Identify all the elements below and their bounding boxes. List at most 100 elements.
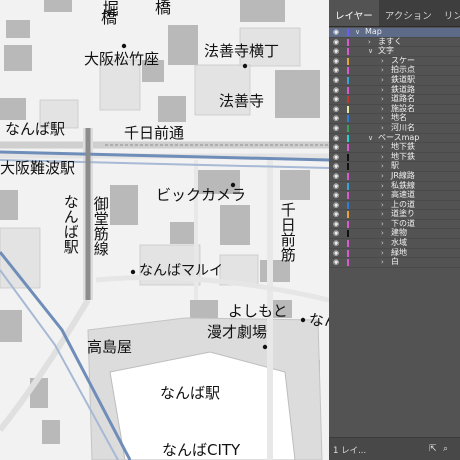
building xyxy=(110,185,138,225)
eye-icon[interactable]: ◉ xyxy=(333,201,339,210)
layer-name: 文字 xyxy=(378,46,394,56)
twirl-icon[interactable]: › xyxy=(381,258,384,267)
layer-color-swatch xyxy=(347,38,349,46)
layer-name: JR線路 xyxy=(391,170,415,180)
eye-icon[interactable]: ◉ xyxy=(333,143,339,152)
twirl-icon[interactable]: › xyxy=(381,153,384,162)
tab-links[interactable]: リンク xyxy=(438,0,460,26)
export-icon[interactable]: ⇱ xyxy=(429,444,437,454)
twirl-icon[interactable]: › xyxy=(381,66,384,75)
twirl-icon[interactable]: ∨ xyxy=(368,47,373,56)
layer-color-swatch xyxy=(347,76,349,84)
twirl-icon[interactable]: › xyxy=(381,124,384,133)
tab-actions[interactable]: アクション xyxy=(379,0,438,26)
label-osaka-shochikuza: 大阪松竹座 xyxy=(84,50,160,68)
eye-icon[interactable]: ◉ xyxy=(333,38,339,47)
building xyxy=(6,20,30,38)
layer-count: 1 レイ... xyxy=(333,446,367,456)
eye-icon[interactable]: ◉ xyxy=(333,114,339,123)
twirl-icon[interactable]: › xyxy=(381,86,384,95)
eye-icon[interactable]: ◉ xyxy=(333,134,339,143)
building xyxy=(275,70,320,118)
layer-color-swatch xyxy=(347,86,349,94)
eye-icon[interactable]: ◉ xyxy=(333,229,339,238)
eye-icon[interactable]: ◉ xyxy=(333,28,339,37)
twirl-icon[interactable]: › xyxy=(381,210,384,219)
layer-name: ベースmap xyxy=(378,132,420,142)
poi-dot xyxy=(130,269,136,275)
label-manzai-gekijo: 漫才劇場 xyxy=(207,323,268,341)
layer-name: Map xyxy=(365,27,382,36)
layer-name: 地名 xyxy=(391,113,407,123)
label-namba-station-center: なんば駅 xyxy=(160,384,221,402)
locate-icon[interactable]: ⌕ xyxy=(443,444,448,454)
label-namba-city: なんばCITY xyxy=(162,441,241,459)
twirl-icon[interactable]: › xyxy=(381,229,384,238)
eye-icon[interactable]: ◉ xyxy=(333,66,339,75)
layer-color-swatch xyxy=(347,163,349,171)
layer-row[interactable]: ◉ › 白 xyxy=(329,258,460,268)
label-yoshimoto: よしもと xyxy=(228,302,288,320)
label-sennichimae-suji: 千日前筋 xyxy=(278,202,297,262)
twirl-icon[interactable]: › xyxy=(381,143,384,152)
eye-icon[interactable]: ◉ xyxy=(333,76,339,85)
layer-name: 上の道 xyxy=(391,199,415,209)
eye-icon[interactable]: ◉ xyxy=(333,239,339,248)
twirl-icon[interactable]: › xyxy=(381,162,384,171)
eye-icon[interactable]: ◉ xyxy=(333,95,339,104)
twirl-icon[interactable]: › xyxy=(381,220,384,229)
twirl-icon[interactable]: › xyxy=(381,114,384,123)
building xyxy=(4,45,32,71)
building xyxy=(42,420,60,444)
layer-color-swatch xyxy=(347,249,349,257)
eye-icon[interactable]: ◉ xyxy=(333,153,339,162)
twirl-icon[interactable]: › xyxy=(381,249,384,258)
eye-icon[interactable]: ◉ xyxy=(333,47,339,56)
twirl-icon[interactable]: › xyxy=(381,172,384,181)
label-hashi: 橋 xyxy=(101,8,118,27)
building xyxy=(240,0,285,22)
label-midosuji-line: 御堂筋線 xyxy=(91,196,110,256)
building xyxy=(0,190,18,220)
panel-footer: 1 レイ... ⇱ ⌕ xyxy=(329,437,460,460)
twirl-icon[interactable]: › xyxy=(381,182,384,191)
layer-color-swatch xyxy=(347,96,349,104)
eye-icon[interactable]: ◉ xyxy=(333,124,339,133)
layer-row[interactable]: ◉ › ますく xyxy=(329,37,460,48)
layer-name: 白 xyxy=(391,257,399,267)
eye-icon[interactable]: ◉ xyxy=(333,105,339,114)
label-namba-station-left: なんば駅 xyxy=(5,120,66,138)
layer-color-swatch xyxy=(347,144,349,152)
eye-icon[interactable]: ◉ xyxy=(333,249,339,258)
layer-color-swatch xyxy=(347,172,349,180)
eye-icon[interactable]: ◉ xyxy=(333,172,339,181)
twirl-icon[interactable]: › xyxy=(381,76,384,85)
eye-icon[interactable]: ◉ xyxy=(333,191,339,200)
building xyxy=(260,260,290,282)
twirl-icon[interactable]: › xyxy=(381,95,384,104)
twirl-icon[interactable]: › xyxy=(381,201,384,210)
poi-dot xyxy=(242,63,248,69)
twirl-icon[interactable]: › xyxy=(381,57,384,66)
eye-icon[interactable]: ◉ xyxy=(333,57,339,66)
twirl-icon[interactable]: ∨ xyxy=(368,134,373,143)
tab-layers[interactable]: レイヤー xyxy=(329,0,379,26)
twirl-icon[interactable]: › xyxy=(381,239,384,248)
layer-color-swatch xyxy=(347,105,349,113)
layer-color-swatch xyxy=(347,211,349,219)
eye-icon[interactable]: ◉ xyxy=(333,162,339,171)
eye-icon[interactable]: ◉ xyxy=(333,210,339,219)
eye-icon[interactable]: ◉ xyxy=(333,86,339,95)
label-namba-marui: なんばマルイ xyxy=(139,263,223,279)
twirl-icon[interactable]: › xyxy=(368,38,371,47)
layer-color-swatch xyxy=(347,115,349,123)
twirl-icon[interactable]: › xyxy=(381,105,384,114)
layer-color-swatch xyxy=(347,201,349,209)
eye-icon[interactable]: ◉ xyxy=(333,220,339,229)
twirl-icon[interactable]: ∨ xyxy=(355,28,360,37)
poi-dot xyxy=(262,344,268,350)
layer-name: 駅 xyxy=(391,161,399,171)
eye-icon[interactable]: ◉ xyxy=(333,182,339,191)
twirl-icon[interactable]: › xyxy=(381,191,384,200)
eye-icon[interactable]: ◉ xyxy=(333,258,339,267)
